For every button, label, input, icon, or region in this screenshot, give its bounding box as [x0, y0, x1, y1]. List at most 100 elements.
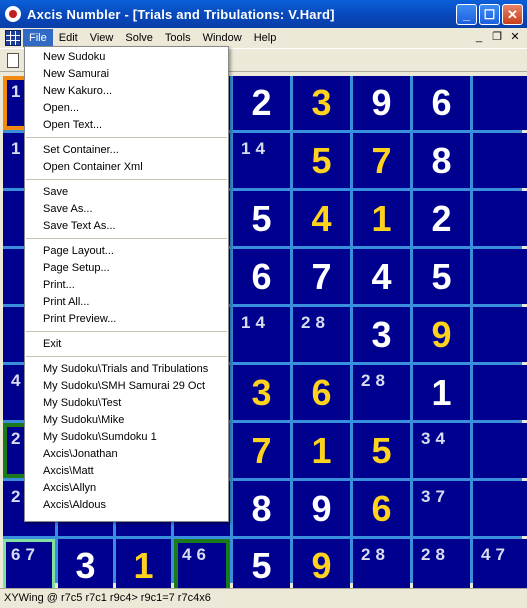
sudoku-cell[interactable]: 3 — [293, 76, 350, 130]
file-menu-item[interactable]: My Sudoku\Mike — [25, 412, 228, 429]
sudoku-cell[interactable]: 34 — [413, 423, 470, 478]
file-menu-item[interactable]: Axcis\Aldous — [25, 497, 228, 514]
file-menu-item[interactable]: Exit — [25, 336, 228, 353]
file-menu-item[interactable]: My Sudoku\Trials and Tribulations — [25, 361, 228, 378]
sudoku-cell[interactable]: 4 — [293, 191, 350, 246]
menu-edit[interactable]: Edit — [53, 29, 84, 47]
sudoku-cell[interactable]: 9 — [293, 481, 350, 536]
sudoku-cell[interactable]: 37 — [413, 481, 470, 536]
file-menu-item[interactable]: Axcis\Matt — [25, 463, 228, 480]
sudoku-cell[interactable]: 28 — [413, 539, 470, 593]
file-menu-item[interactable]: My Sudoku\Test — [25, 395, 228, 412]
file-menu-item[interactable]: Open Text... — [25, 117, 228, 134]
file-menu-item[interactable]: New Sudoku — [25, 49, 228, 66]
new-document-icon[interactable] — [7, 53, 19, 68]
sudoku-cell[interactable]: 2 — [413, 191, 470, 246]
file-menu-item[interactable]: Save Text As... — [25, 218, 228, 235]
cell-candidates: 67 — [11, 545, 40, 564]
sudoku-cell[interactable]: 1 — [293, 423, 350, 478]
sudoku-cell[interactable]: 8 — [413, 133, 470, 188]
sudoku-cell[interactable]: 1 — [116, 539, 171, 593]
sudoku-cell[interactable]: 5 — [293, 133, 350, 188]
sudoku-cell[interactable]: 1 — [413, 365, 470, 420]
file-menu-item[interactable]: New Kakuro... — [25, 83, 228, 100]
sudoku-cell[interactable]: 6 — [293, 365, 350, 420]
sudoku-cell[interactable]: 47 — [473, 539, 527, 593]
sudoku-cell[interactable]: 5 — [353, 423, 410, 478]
file-menu-item[interactable]: Open Container Xml — [25, 159, 228, 176]
cell-given-value: 8 — [251, 487, 272, 529]
file-menu-item[interactable]: Page Setup... — [25, 260, 228, 277]
sudoku-cell[interactable]: 7 — [353, 133, 410, 188]
maximize-button[interactable]: ☐ — [479, 4, 500, 25]
cell-given-value: 5 — [431, 255, 452, 297]
menu-view[interactable]: View — [84, 29, 120, 47]
sudoku-cell[interactable]: 14 — [233, 307, 290, 362]
sudoku-cell[interactable]: 6 — [413, 76, 470, 130]
sudoku-cell[interactable] — [473, 249, 527, 304]
menu-window[interactable]: Window — [197, 29, 248, 47]
sudoku-cell[interactable] — [473, 307, 527, 362]
sudoku-cell[interactable]: 46 — [174, 539, 230, 593]
sudoku-cell[interactable]: 8 — [233, 481, 290, 536]
sudoku-cell[interactable]: 28 — [353, 539, 410, 593]
file-menu-item[interactable]: Axcis\Allyn — [25, 480, 228, 497]
close-button[interactable]: ✕ — [502, 4, 523, 25]
sudoku-cell[interactable]: 5 — [233, 539, 290, 593]
cell-candidates: 47 — [481, 545, 510, 564]
sudoku-cell[interactable]: 3 — [58, 539, 113, 593]
sudoku-cell[interactable]: 28 — [293, 307, 350, 362]
sudoku-cell[interactable]: 9 — [293, 539, 350, 593]
file-menu-item[interactable]: Print... — [25, 277, 228, 294]
menu-solve[interactable]: Solve — [119, 29, 159, 47]
document-grid-icon[interactable] — [3, 29, 23, 47]
mdi-restore-button[interactable]: ❐ — [489, 30, 505, 44]
mdi-minimize-button[interactable]: _ — [471, 30, 487, 44]
sudoku-cell[interactable]: 5 — [413, 249, 470, 304]
menu-file[interactable]: File — [23, 29, 53, 47]
sudoku-cell[interactable]: 6 — [233, 249, 290, 304]
cell-given-value: 7 — [311, 255, 332, 297]
cell-given-value: 2 — [251, 82, 272, 123]
sudoku-cell[interactable]: 7 — [293, 249, 350, 304]
sudoku-cell[interactable] — [473, 133, 527, 188]
file-menu-item[interactable]: Save — [25, 184, 228, 201]
file-menu-item[interactable]: Print All... — [25, 294, 228, 311]
sudoku-cell[interactable] — [473, 423, 527, 478]
sudoku-cell[interactable] — [473, 191, 527, 246]
file-menu-item[interactable]: New Samurai — [25, 66, 228, 83]
title-bar[interactable]: Axcis Numbler - [Trials and Tribulations… — [0, 0, 527, 28]
menu-separator — [26, 137, 227, 138]
file-menu-item[interactable]: Print Preview... — [25, 311, 228, 328]
sudoku-cell[interactable]: 4 — [353, 249, 410, 304]
sudoku-cell[interactable]: 9 — [413, 307, 470, 362]
sudoku-cell[interactable]: 28 — [353, 365, 410, 420]
sudoku-cell[interactable]: 5 — [233, 191, 290, 246]
minimize-button[interactable]: _ — [456, 4, 477, 25]
file-menu-item[interactable]: My Sudoku\Sumdoku 1 — [25, 429, 228, 446]
sudoku-cell[interactable]: 9 — [353, 76, 410, 130]
sudoku-cell[interactable]: 1 — [353, 191, 410, 246]
file-menu-item[interactable]: Page Layout... — [25, 243, 228, 260]
file-menu-item[interactable]: My Sudoku\SMH Samurai 29 Oct — [25, 378, 228, 395]
file-menu-item[interactable]: Set Container... — [25, 142, 228, 159]
sudoku-cell[interactable]: 6 — [353, 481, 410, 536]
mdi-close-button[interactable]: ✕ — [507, 30, 523, 44]
app-heart-icon[interactable] — [5, 6, 21, 22]
file-menu-item[interactable]: Open... — [25, 100, 228, 117]
sudoku-cell[interactable]: 14 — [233, 133, 290, 188]
sudoku-cell[interactable]: 7 — [233, 423, 290, 478]
menu-tools[interactable]: Tools — [159, 29, 197, 47]
cell-given-value: 2 — [431, 197, 452, 239]
menu-help[interactable]: Help — [248, 29, 283, 47]
sudoku-cell[interactable]: 67 — [3, 539, 55, 593]
file-menu-item[interactable]: Save As... — [25, 201, 228, 218]
sudoku-cell[interactable]: 3 — [353, 307, 410, 362]
sudoku-cell[interactable]: 2 — [233, 76, 290, 130]
sudoku-cell[interactable] — [473, 481, 527, 536]
sudoku-cell[interactable] — [473, 76, 527, 130]
sudoku-cell[interactable] — [473, 365, 527, 420]
file-menu-item[interactable]: Axcis\Jonathan — [25, 446, 228, 463]
menu-separator — [26, 331, 227, 332]
sudoku-cell[interactable]: 3 — [233, 365, 290, 420]
